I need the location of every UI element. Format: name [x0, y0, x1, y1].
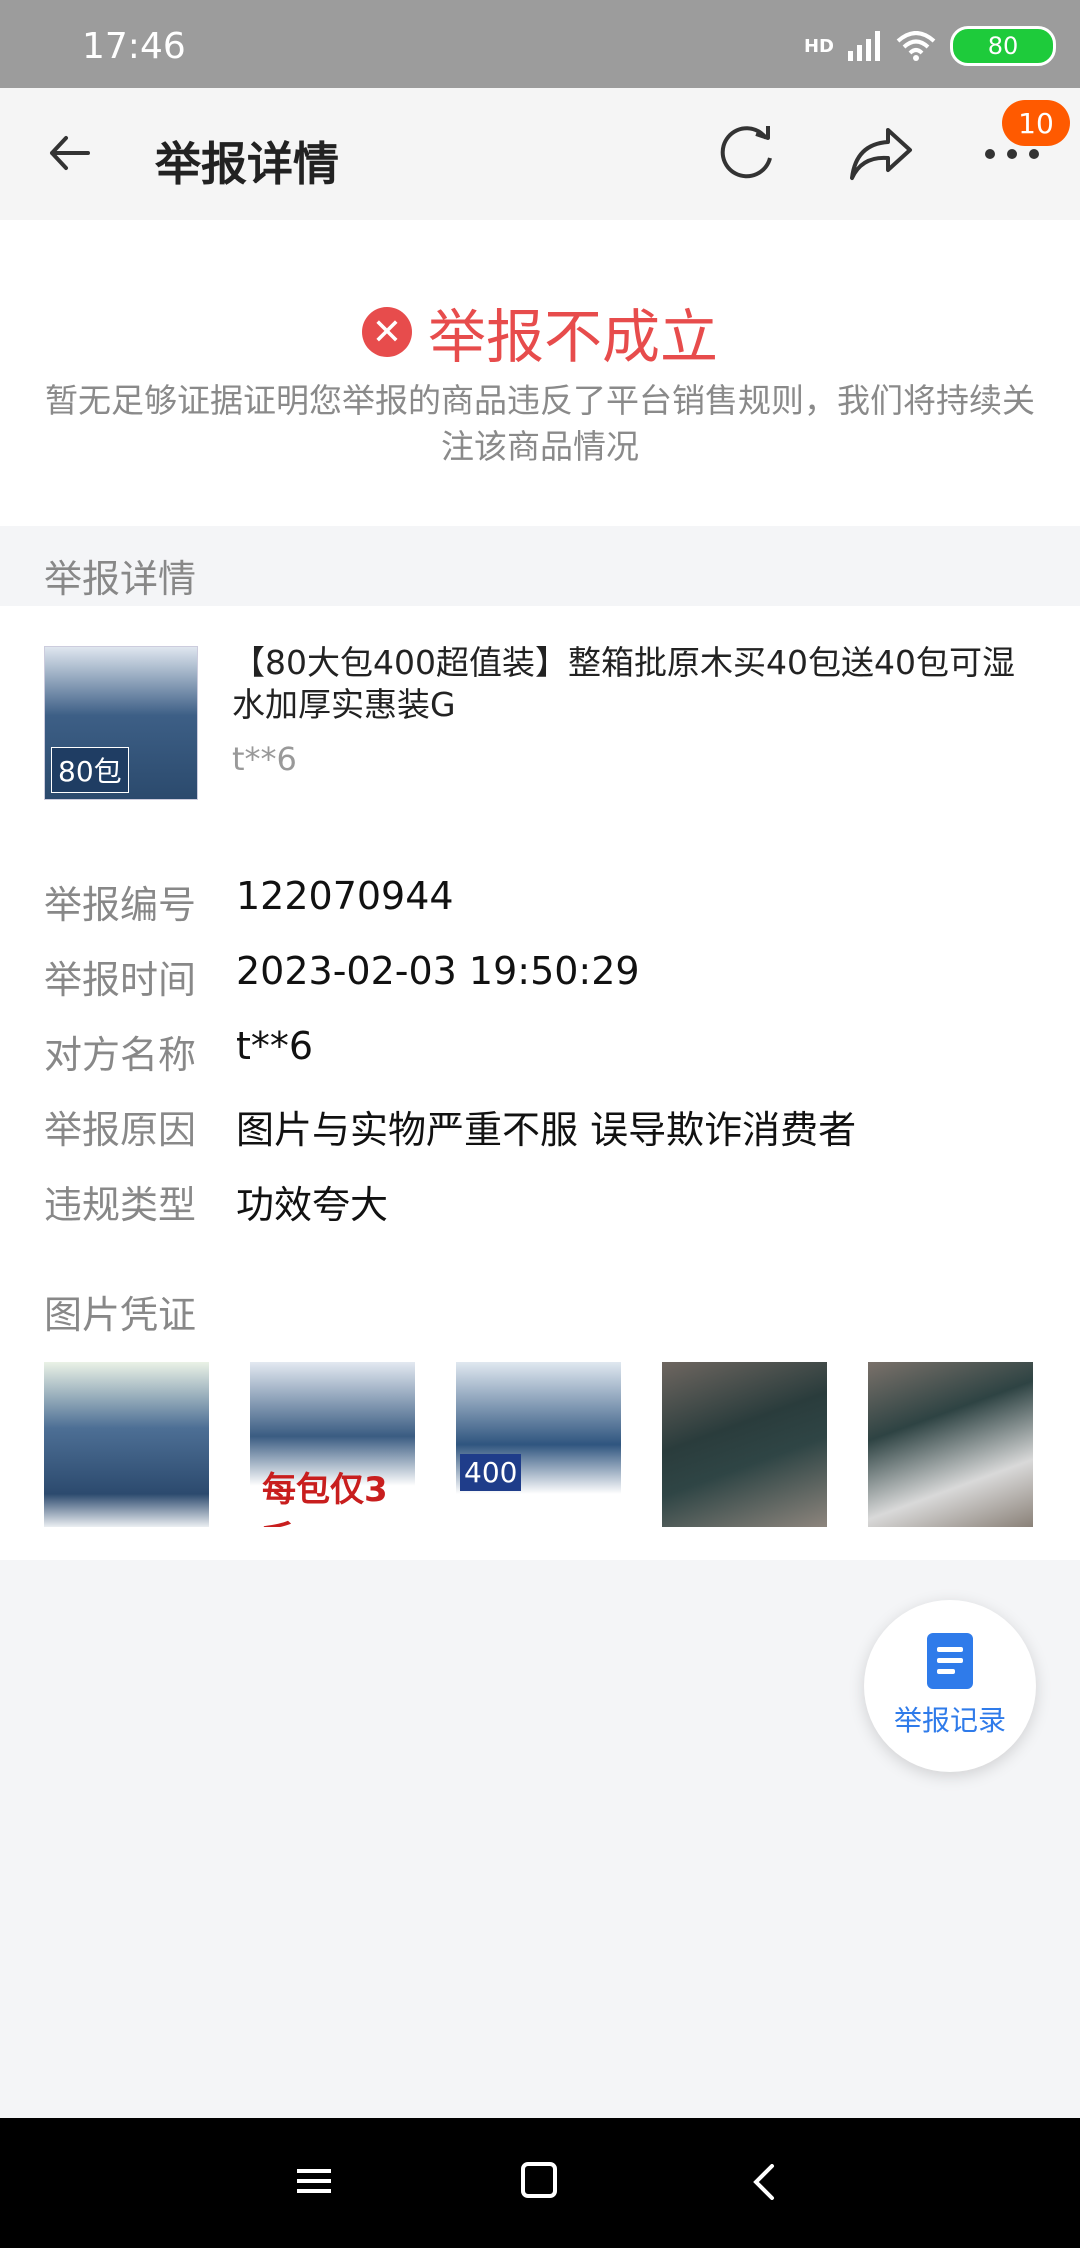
- evidence-image[interactable]: [44, 1362, 209, 1527]
- status-time: 17:46: [82, 26, 186, 67]
- evidence-image-text: 400: [460, 1454, 522, 1491]
- network-label: HD: [803, 35, 834, 57]
- status-icons: HD 80: [804, 26, 1056, 66]
- nav-back-icon[interactable]: [752, 2164, 776, 2200]
- menu-icon[interactable]: [297, 2166, 331, 2196]
- detail-label: 举报时间: [44, 958, 197, 1002]
- detail-row-party: 对方名称 t**6: [44, 1024, 313, 1079]
- detail-label: 举报编号: [44, 883, 197, 927]
- result-title-row: ✕ 举报不成立: [0, 290, 1080, 374]
- evidence-title: 图片凭证: [44, 1293, 197, 1337]
- product-seller: t**6: [232, 740, 297, 778]
- page-title: 举报详情: [155, 137, 339, 191]
- report-details: 举报编号 122070944 举报时间 2023-02-03 19:50:29 …: [0, 830, 1080, 1560]
- detail-value: 图片与实物严重不服 误导欺诈消费者: [236, 1108, 857, 1152]
- detail-value: 122070944: [236, 874, 454, 918]
- share-icon[interactable]: [848, 126, 914, 182]
- report-records-label: 举报记录: [893, 1704, 1006, 1737]
- evidence-image[interactable]: 400: [456, 1362, 621, 1527]
- evidence-image[interactable]: [868, 1362, 1033, 1527]
- report-records-button[interactable]: 举报记录: [864, 1600, 1036, 1772]
- section-title: 举报详情: [44, 557, 197, 601]
- section-header: 举报详情: [0, 526, 1080, 606]
- battery-level: 80: [987, 32, 1019, 60]
- detail-label: 举报原因: [44, 1108, 197, 1152]
- evidence-image[interactable]: [662, 1362, 827, 1527]
- product-image: 80包: [44, 646, 198, 800]
- system-nav-bar: [0, 2118, 1080, 2248]
- detail-value: t**6: [236, 1024, 314, 1068]
- detail-row-time: 举报时间 2023-02-03 19:50:29: [44, 949, 640, 1004]
- result-description: 暂无足够证据证明您举报的商品违反了平台销售规则，我们将持续关注该商品情况: [45, 381, 1035, 466]
- detail-row-id: 举报编号 122070944: [44, 874, 454, 929]
- evidence-image[interactable]: 每包仅3毛: [250, 1362, 415, 1527]
- refresh-icon[interactable]: [716, 124, 780, 184]
- detail-label: 对方名称: [44, 1033, 197, 1077]
- wifi-icon: [896, 31, 936, 61]
- result-panel: ✕ 举报不成立 暂无足够证据证明您举报的商品违反了平台销售规则，我们将持续关注该…: [0, 220, 1080, 526]
- detail-row-reason: 举报原因 图片与实物严重不服 误导欺诈消费者: [44, 1099, 856, 1154]
- more-dots-icon[interactable]: [982, 146, 1042, 162]
- detail-label: 违规类型: [44, 1183, 197, 1227]
- home-icon[interactable]: [521, 2162, 557, 2198]
- notification-badge: 10: [1002, 100, 1070, 146]
- detail-value: 功效夸大: [236, 1183, 389, 1227]
- product-card[interactable]: 80包 【80大包400超值装】整箱批原木买40包送40包可湿水加厚实惠装G t…: [0, 606, 1080, 833]
- product-name: 【80大包400超值装】整箱批原木买40包送40包可湿水加厚实惠装G: [232, 643, 1015, 724]
- detail-row-type: 违规类型 功效夸大: [44, 1174, 388, 1229]
- product-image-tag: 80包: [51, 747, 129, 793]
- result-title: 举报不成立: [427, 303, 718, 371]
- document-icon: [927, 1633, 973, 1689]
- battery-icon: 80: [950, 26, 1056, 66]
- x-circle-icon: ✕: [361, 307, 412, 357]
- detail-value: 2023-02-03 19:50:29: [236, 949, 640, 993]
- signal-icon: [848, 31, 880, 61]
- app-bar: 举报详情: [0, 88, 1080, 221]
- arrow-left-icon[interactable]: [44, 128, 94, 178]
- evidence-image-text: 每包仅3毛: [262, 1470, 388, 1527]
- evidence-thumbnails: 每包仅3毛 400: [44, 1362, 1033, 1527]
- status-bar: 17:46 HD 80: [0, 0, 1080, 88]
